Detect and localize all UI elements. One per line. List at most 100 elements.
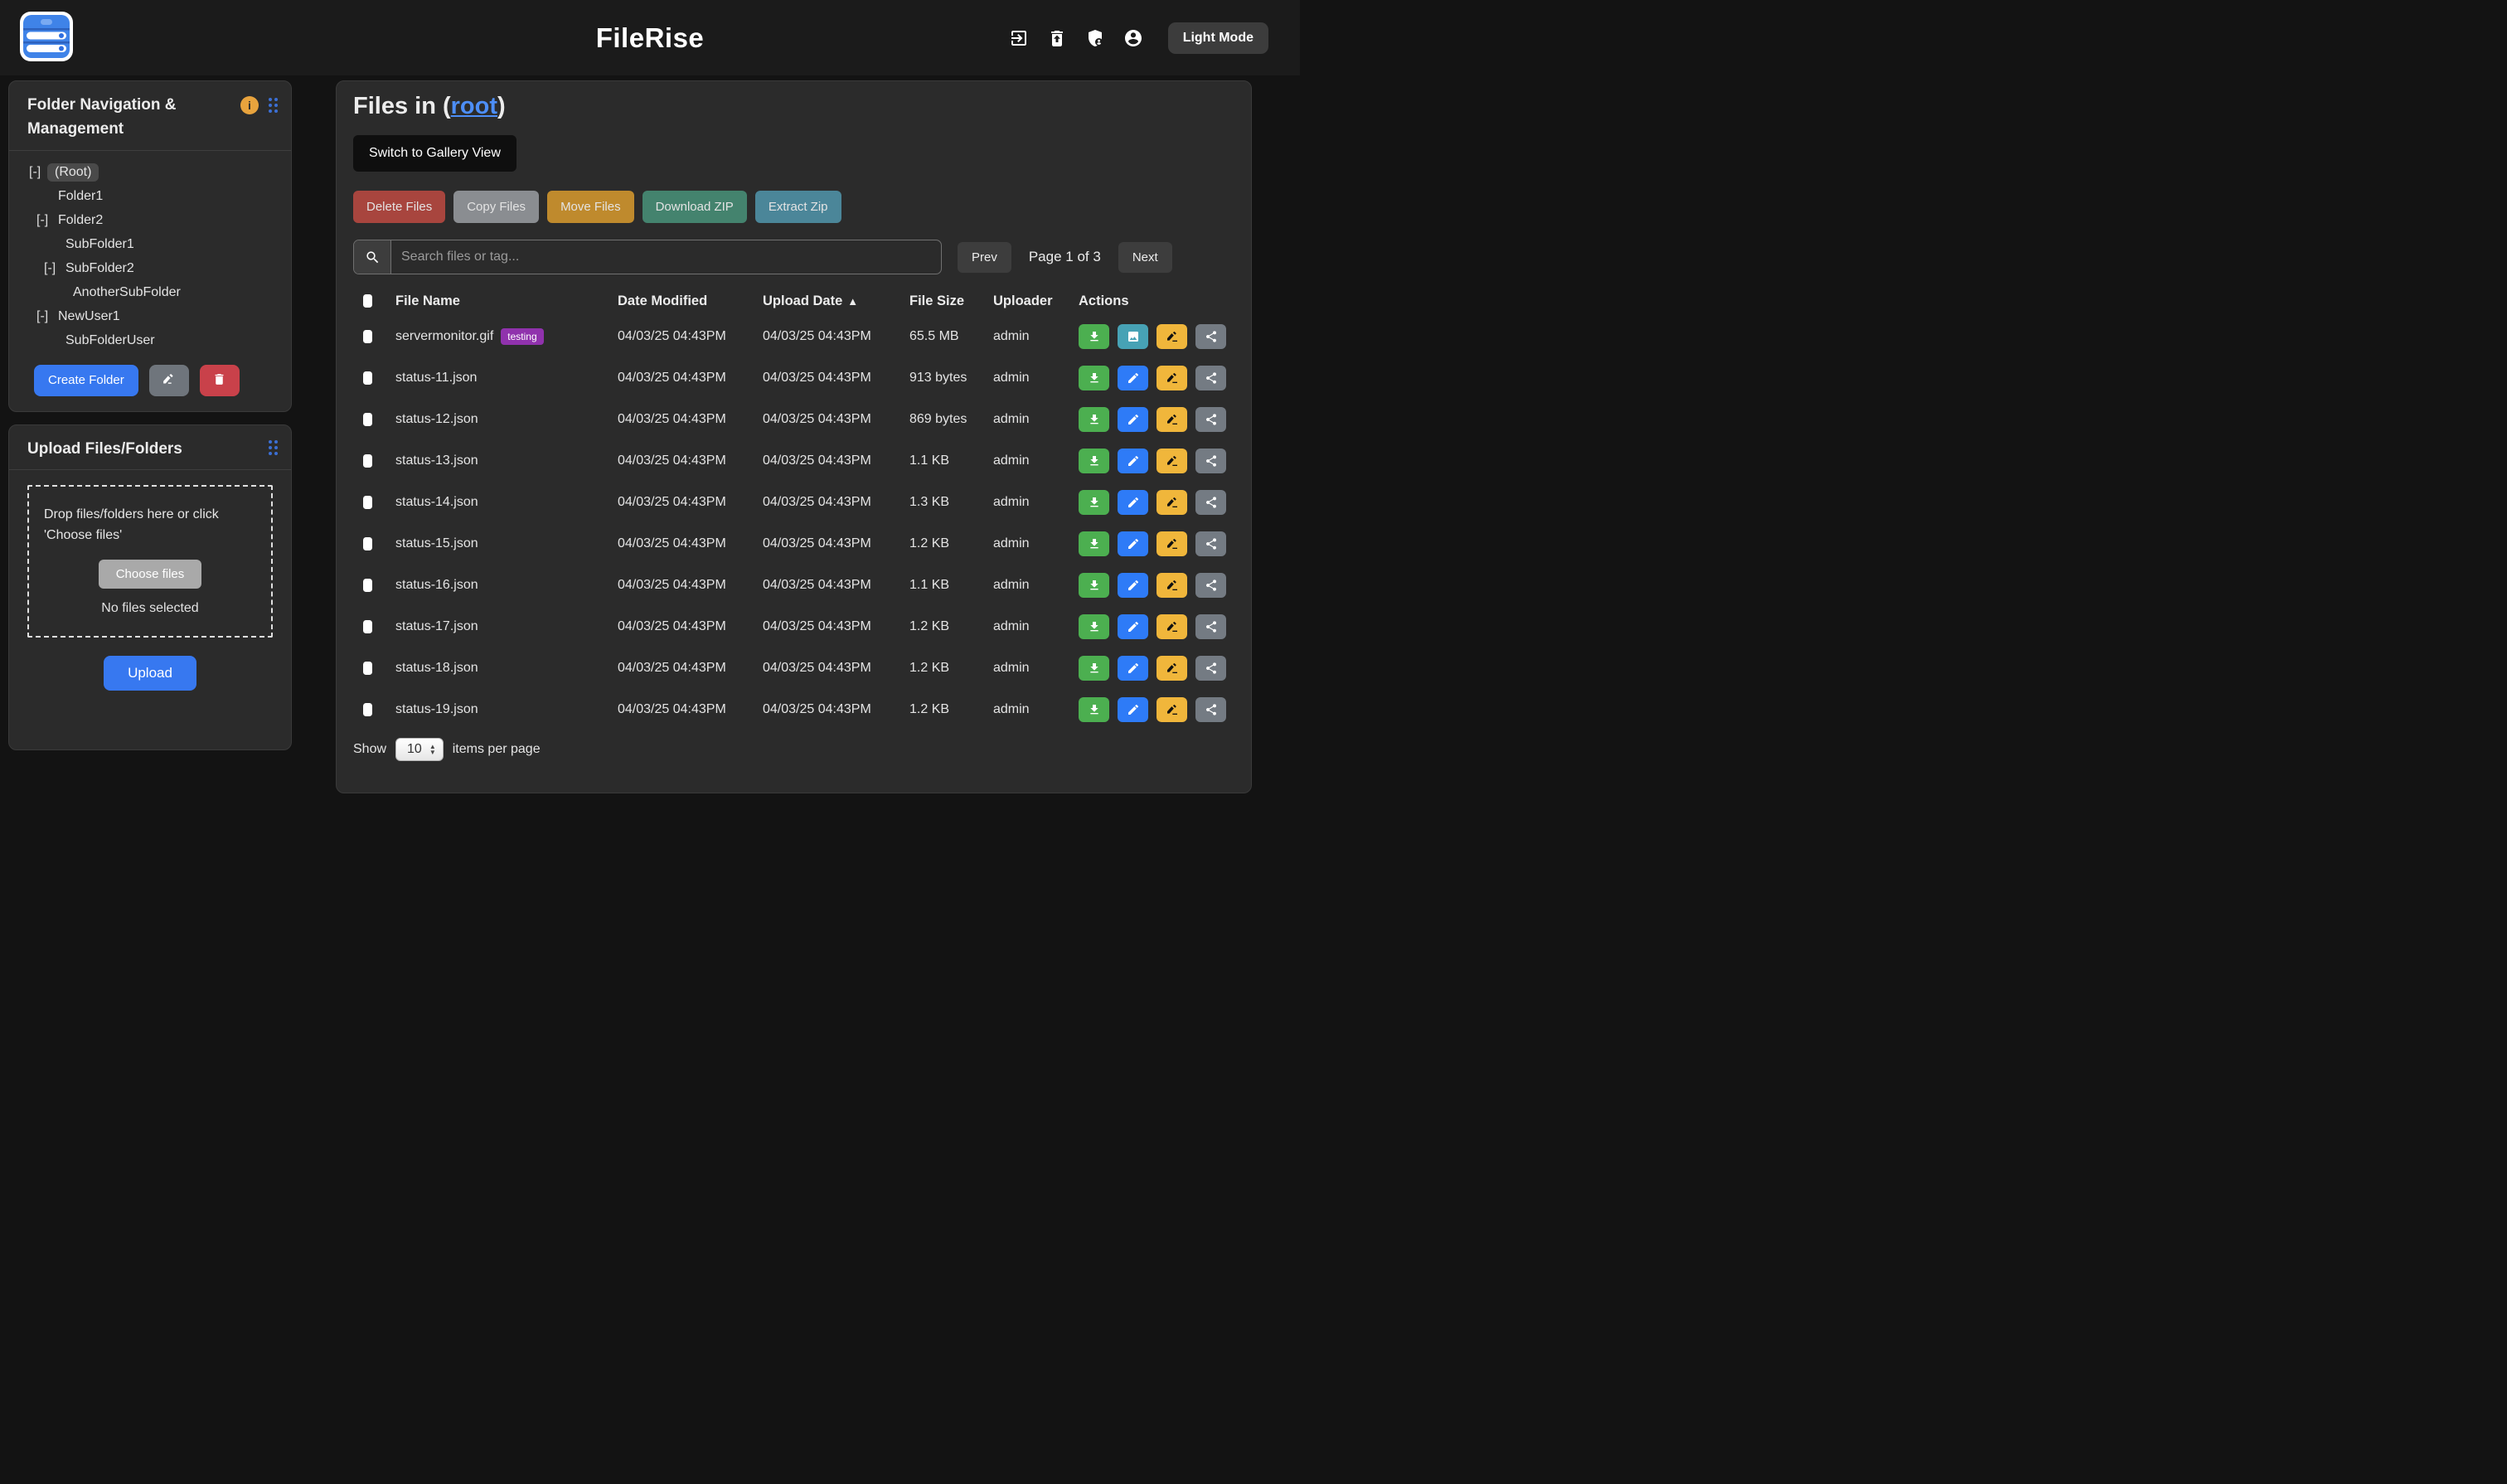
rename-button[interactable] [1157,614,1187,639]
file-name[interactable]: status-15.json [395,536,478,551]
column-header-uploader[interactable]: Uploader [984,293,1069,309]
light-mode-button[interactable]: Light Mode [1168,22,1268,54]
share-button[interactable] [1195,366,1226,390]
rename-button[interactable] [1157,490,1187,515]
file-name[interactable]: status-19.json [395,702,478,717]
download-button[interactable] [1079,407,1109,432]
copy-files-button[interactable]: Copy Files [453,191,539,223]
next-page-button[interactable]: Next [1118,242,1172,273]
edit-button[interactable] [1118,656,1148,681]
admin-shield-icon[interactable] [1085,28,1105,48]
column-header-upload-date[interactable]: Upload Date▲ [754,293,900,309]
search-icon[interactable] [354,240,391,274]
extract-zip-button[interactable]: Extract Zip [755,191,841,223]
rename-button[interactable] [1157,697,1187,722]
tree-item-root[interactable]: [-](Root) [29,161,283,185]
edit-button[interactable] [1118,573,1148,598]
preview-button[interactable] [1118,324,1148,349]
download-button[interactable] [1079,490,1109,515]
rename-button[interactable] [1157,656,1187,681]
trash-restore-icon[interactable] [1047,28,1067,48]
download-button[interactable] [1079,324,1109,349]
share-button[interactable] [1195,697,1226,722]
file-name[interactable]: status-18.json [395,661,478,676]
tree-item-subfolderuser[interactable]: SubFolderUser [29,329,283,353]
account-circle-icon[interactable] [1123,28,1143,48]
share-button[interactable] [1195,449,1226,473]
logout-icon[interactable] [1009,28,1029,48]
move-files-button[interactable]: Move Files [547,191,634,223]
file-name[interactable]: status-17.json [395,619,478,634]
share-button[interactable] [1195,407,1226,432]
row-checkbox[interactable] [363,579,372,592]
file-name[interactable]: servermonitor.gif [395,329,493,344]
select-all-checkbox[interactable] [363,294,372,308]
file-name[interactable]: status-13.json [395,453,478,468]
file-name[interactable]: status-14.json [395,495,478,510]
tree-item-subfolder1[interactable]: SubFolder1 [29,233,283,257]
row-checkbox[interactable] [363,620,372,633]
column-header-file-size[interactable]: File Size [900,293,984,309]
edit-button[interactable] [1118,614,1148,639]
tree-item-subfolder2[interactable]: [-]SubFolder2 [29,257,283,281]
drag-handle-icon[interactable] [269,98,278,113]
rename-button[interactable] [1157,407,1187,432]
row-checkbox[interactable] [363,454,372,468]
row-checkbox[interactable] [363,662,372,675]
rename-folder-button[interactable] [149,365,189,396]
choose-files-button[interactable]: Choose files [99,560,202,589]
row-checkbox[interactable] [363,330,372,343]
tree-item-anothersubfolder[interactable]: AnotherSubFolder [29,281,283,305]
file-name[interactable]: status-16.json [395,578,478,593]
tree-item-folder2[interactable]: [-]Folder2 [29,209,283,233]
drag-handle-icon[interactable] [269,440,278,455]
upload-button[interactable]: Upload [104,656,196,691]
download-button[interactable] [1079,449,1109,473]
tree-item-folder1[interactable]: Folder1 [29,185,283,209]
download-button[interactable] [1079,656,1109,681]
create-folder-button[interactable]: Create Folder [34,365,138,396]
file-name[interactable]: status-12.json [395,412,478,427]
edit-button[interactable] [1118,449,1148,473]
tree-toggle[interactable]: [-] [29,165,47,180]
switch-gallery-view-button[interactable]: Switch to Gallery View [353,135,516,172]
share-button[interactable] [1195,324,1226,349]
edit-button[interactable] [1118,531,1148,556]
row-checkbox[interactable] [363,371,372,385]
items-per-page-select[interactable]: 10 ▲▼ [395,738,444,761]
column-header-date-modified[interactable]: Date Modified [609,293,754,309]
row-checkbox[interactable] [363,413,372,426]
edit-button[interactable] [1118,407,1148,432]
row-checkbox[interactable] [363,537,372,550]
tree-item-newuser1[interactable]: [-]NewUser1 [29,305,283,329]
column-header-file-name[interactable]: File Name [386,293,609,309]
root-folder-link[interactable]: root [451,93,497,119]
download-button[interactable] [1079,697,1109,722]
search-input[interactable] [391,240,941,274]
file-name[interactable]: status-11.json [395,371,477,386]
tree-toggle[interactable]: [-] [36,213,55,228]
rename-button[interactable] [1157,531,1187,556]
row-checkbox[interactable] [363,496,372,509]
tree-toggle[interactable]: [-] [36,309,55,324]
share-button[interactable] [1195,656,1226,681]
row-checkbox[interactable] [363,703,372,716]
edit-button[interactable] [1118,366,1148,390]
rename-button[interactable] [1157,324,1187,349]
prev-page-button[interactable]: Prev [958,242,1011,273]
rename-button[interactable] [1157,366,1187,390]
download-button[interactable] [1079,614,1109,639]
tree-toggle[interactable]: [-] [44,261,62,276]
share-button[interactable] [1195,614,1226,639]
info-icon[interactable]: i [240,96,259,114]
share-button[interactable] [1195,490,1226,515]
edit-button[interactable] [1118,490,1148,515]
download-button[interactable] [1079,573,1109,598]
share-button[interactable] [1195,531,1226,556]
share-button[interactable] [1195,573,1226,598]
download-button[interactable] [1079,531,1109,556]
rename-button[interactable] [1157,449,1187,473]
download-zip-button[interactable]: Download ZIP [643,191,747,223]
delete-folder-button[interactable] [200,365,240,396]
rename-button[interactable] [1157,573,1187,598]
